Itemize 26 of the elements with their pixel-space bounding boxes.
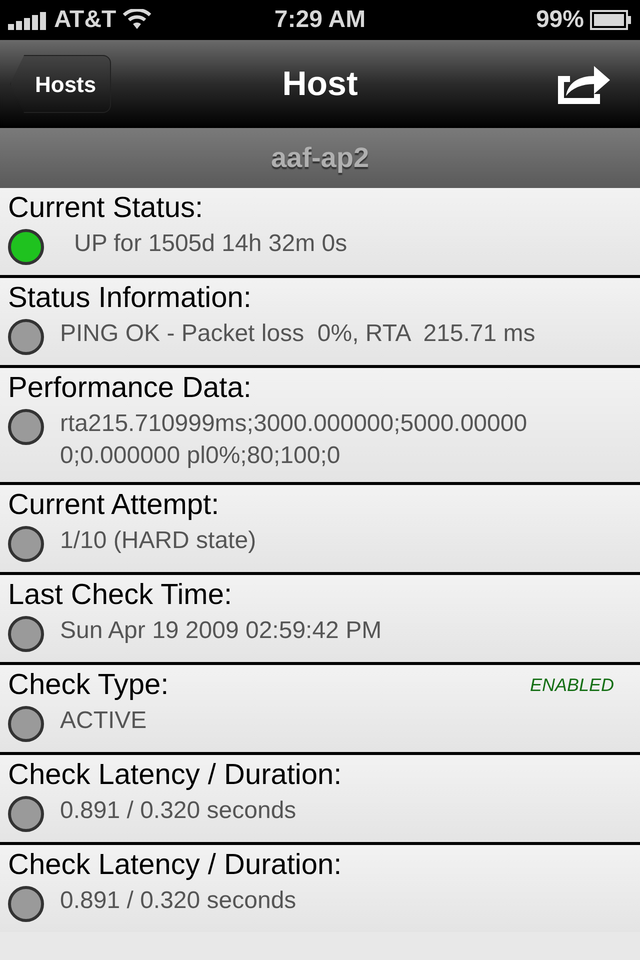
row-value: UP for 1505d 14h 32m 0s	[73, 229, 348, 259]
battery-icon	[590, 10, 632, 30]
carrier-name: AT&T	[54, 5, 116, 35]
clock-time: 7:29 AM	[273, 5, 367, 35]
row-label: Status Information:	[8, 281, 252, 316]
wifi-icon	[122, 9, 152, 31]
row-value: 0.891 / 0.320 seconds	[60, 796, 296, 826]
row-value: ACTIVE	[60, 706, 147, 736]
row-label: Check Latency / Duration:	[8, 758, 342, 793]
row-label: Check Type:	[8, 668, 169, 703]
row-label: Performance Data:	[8, 371, 252, 406]
row-label: Current Attempt:	[8, 488, 220, 523]
signal-icon	[8, 10, 48, 30]
row-label: Check Latency / Duration:	[8, 848, 342, 883]
back-button[interactable]: Hosts	[10, 55, 112, 113]
battery-percent: 99%	[536, 5, 584, 35]
row-value: Sun Apr 19 2009 02:59:42 PM	[60, 616, 382, 646]
enabled-label: ENABLED	[530, 674, 614, 696]
screen-title: Host	[282, 64, 358, 104]
row-value: PING OK - Packet loss 0%, RTA 215.71 ms	[60, 319, 536, 349]
row-label: Current Status:	[8, 191, 204, 226]
row-label: Last Check Time:	[8, 578, 232, 613]
row-value: rta215.710999ms;3000.000000;5000.000000;0.000000 pl0%;80;100;0	[60, 409, 528, 471]
row-value: 1/10 (HARD state)	[60, 526, 256, 556]
row-value: 0.891 / 0.320 seconds	[60, 886, 296, 916]
host-name: aaf-ap2	[270, 141, 370, 175]
